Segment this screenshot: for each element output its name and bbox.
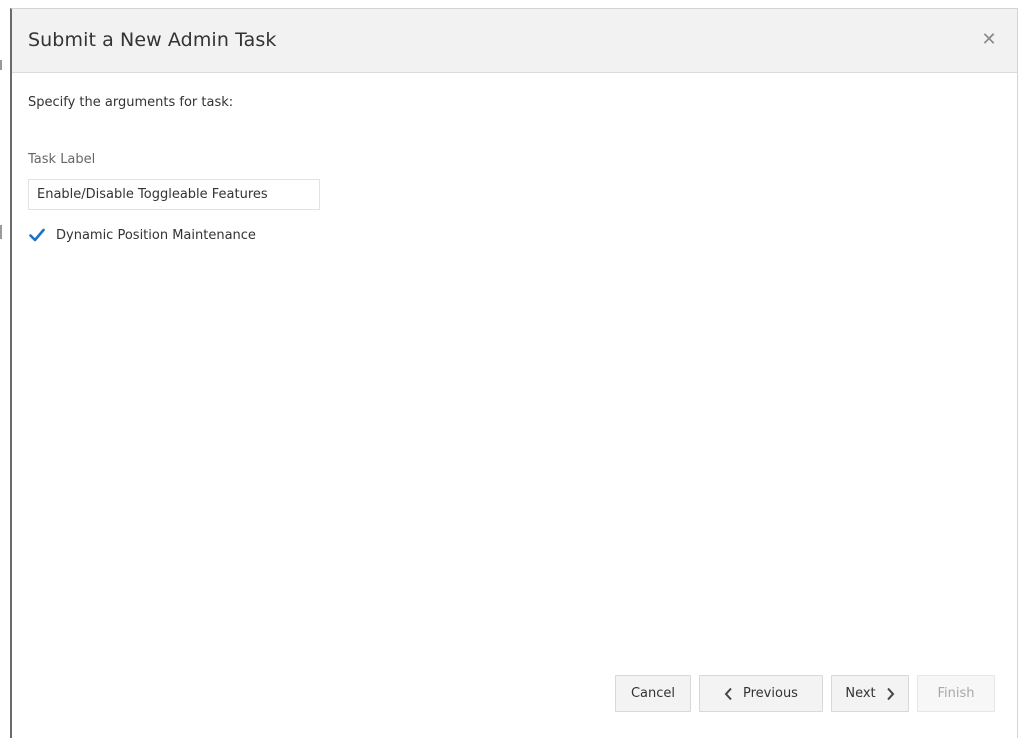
previous-button[interactable]: Previous	[699, 675, 823, 712]
background-divider	[0, 225, 2, 239]
task-label-input[interactable]	[28, 179, 320, 210]
dialog-header: Submit a New Admin Task ✕	[12, 9, 1017, 73]
chevron-left-icon	[724, 687, 733, 701]
chevron-right-icon	[886, 687, 895, 701]
close-icon[interactable]: ✕	[979, 30, 999, 50]
background-divider	[0, 60, 2, 70]
next-button[interactable]: Next	[831, 675, 909, 712]
instructions-text: Specify the arguments for task:	[28, 95, 234, 110]
finish-button-label: Finish	[937, 686, 975, 701]
cancel-button[interactable]: Cancel	[615, 675, 691, 712]
next-button-label: Next	[845, 686, 876, 701]
finish-button[interactable]: Finish	[917, 675, 995, 712]
submit-task-dialog: Submit a New Admin Task ✕ Specify the ar…	[10, 8, 1018, 738]
background-strip	[0, 0, 10, 738]
cancel-button-label: Cancel	[630, 686, 676, 701]
dynamic-position-option[interactable]: Dynamic Position Maintenance	[28, 225, 256, 245]
task-label-caption: Task Label	[28, 152, 96, 167]
previous-button-label: Previous	[743, 686, 798, 701]
dialog-title: Submit a New Admin Task	[28, 29, 277, 51]
dialog-footer: Cancel Previous Next Finish	[615, 675, 995, 712]
checkmark-icon	[29, 228, 45, 242]
dynamic-position-checkbox[interactable]	[28, 226, 46, 244]
page: Submit a New Admin Task ✕ Specify the ar…	[0, 0, 1023, 738]
dynamic-position-label: Dynamic Position Maintenance	[56, 227, 256, 243]
